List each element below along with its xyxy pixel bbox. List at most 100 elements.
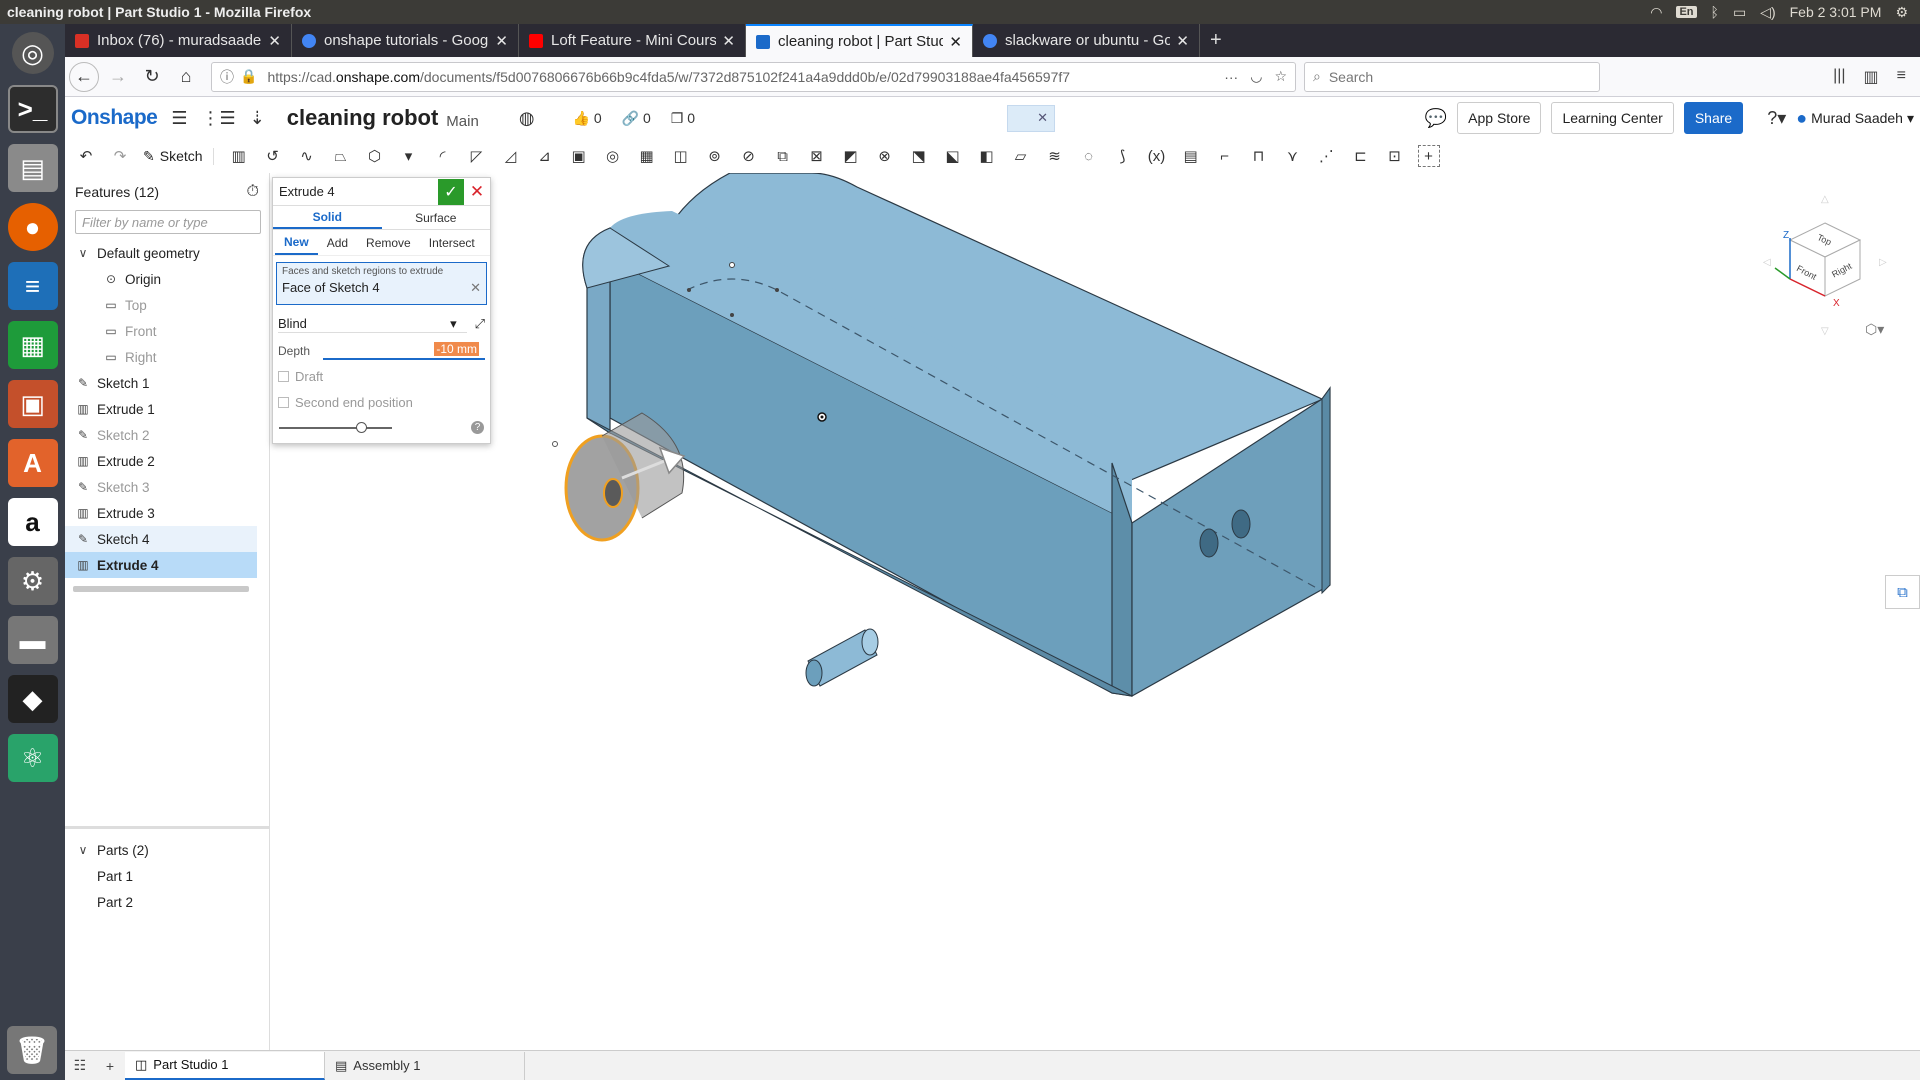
app-store-button[interactable]: App Store bbox=[1457, 102, 1542, 134]
clock[interactable]: Feb 2 3:01 PM bbox=[1790, 4, 1882, 20]
mate-connector-icon[interactable]: ≋ bbox=[1044, 145, 1066, 167]
accept-check-button[interactable]: ✓ bbox=[438, 178, 464, 205]
form-icon[interactable]: ⊏ bbox=[1350, 145, 1372, 167]
tree-item-default-geometry[interactable]: ∨ Default geometry bbox=[65, 240, 269, 266]
solid-tab[interactable]: Solid bbox=[273, 206, 382, 229]
rotate-right-icon[interactable]: ▷ bbox=[1879, 257, 1887, 268]
tree-item-origin[interactable]: ⊙ Origin bbox=[65, 266, 269, 292]
system-settings-icon[interactable]: ⚙ bbox=[7, 557, 58, 605]
tree-item-front[interactable]: ▭ Front bbox=[65, 318, 269, 344]
helix-icon[interactable]: ◌ bbox=[1078, 145, 1100, 167]
part-item[interactable]: Part 1 bbox=[65, 863, 270, 889]
bookmark-star-icon[interactable]: ☆ bbox=[1274, 68, 1287, 85]
terminal-icon[interactable]: >_ bbox=[7, 85, 58, 133]
page-actions-icon[interactable]: ··· bbox=[1224, 69, 1238, 85]
extrude-icon[interactable]: ▥ bbox=[228, 145, 250, 167]
volume-icon[interactable]: ◁) bbox=[1760, 4, 1775, 21]
close-icon[interactable]: ✕ bbox=[1037, 110, 1048, 126]
element-list-icon[interactable]: ☷ bbox=[65, 1057, 95, 1074]
boolean-icon[interactable]: ⊚ bbox=[704, 145, 726, 167]
plane-icon[interactable]: ▱ bbox=[1010, 145, 1032, 167]
variable-icon[interactable]: (x) bbox=[1146, 145, 1168, 167]
menu-icon[interactable]: ≡ bbox=[1897, 67, 1906, 87]
add-element-button[interactable]: + bbox=[95, 1058, 125, 1074]
draft-icon[interactable]: ◿ bbox=[500, 145, 522, 167]
rotate-up-icon[interactable]: △ bbox=[1821, 194, 1829, 205]
browser-tab-google-search[interactable]: onshape tutorials - Google ✕ bbox=[292, 24, 519, 57]
battery-icon[interactable]: ▭ bbox=[1733, 4, 1746, 21]
comments-icon[interactable]: 💬 bbox=[1425, 108, 1447, 129]
calc-icon[interactable]: ▦ bbox=[7, 321, 58, 369]
more-icon[interactable]: ▾ bbox=[398, 145, 420, 167]
sidebar-icon[interactable]: ▥ bbox=[1864, 67, 1879, 87]
transform-icon[interactable]: ⧉ bbox=[772, 145, 794, 167]
trash-icon[interactable]: 🗑 bbox=[7, 1026, 57, 1074]
insert-icon[interactable]: ⇣ bbox=[250, 108, 265, 129]
search-input[interactable]: ⌕ Search bbox=[1304, 61, 1600, 92]
files-icon[interactable]: ▤ bbox=[7, 144, 58, 192]
curve-icon[interactable]: ⟆ bbox=[1112, 145, 1134, 167]
surface-tab[interactable]: Surface bbox=[382, 206, 491, 229]
graphics-viewport[interactable] bbox=[272, 173, 1920, 1050]
tree-item-extrude-2[interactable]: ▥ Extrude 2 bbox=[65, 448, 269, 474]
workspace-name[interactable]: Main bbox=[446, 113, 479, 130]
bluetooth-icon[interactable]: ᛒ bbox=[1711, 4, 1719, 20]
rollback-timer-icon[interactable]: ⏱ bbox=[247, 183, 259, 201]
end-type-select[interactable]: Blind ▾ bbox=[278, 316, 467, 333]
document-title[interactable]: cleaning robot bbox=[287, 105, 439, 131]
rib-icon[interactable]: ⊿ bbox=[534, 145, 556, 167]
forward-button[interactable]: → bbox=[103, 62, 133, 92]
tab-assembly-1[interactable]: ▤ Assembly 1 bbox=[325, 1051, 525, 1080]
fillet-icon[interactable]: ◜ bbox=[432, 145, 454, 167]
thicken-icon[interactable]: ⬡ bbox=[364, 145, 386, 167]
close-tab-icon[interactable]: ✕ bbox=[495, 32, 508, 50]
split-icon[interactable]: ⊘ bbox=[738, 145, 760, 167]
clear-selection-icon[interactable]: ✕ bbox=[470, 280, 481, 296]
settings-gear-icon[interactable]: ⚙ bbox=[1895, 4, 1908, 21]
library-icon[interactable]: ||| bbox=[1833, 67, 1845, 87]
url-bar[interactable]: ⓘ 🔒 https://cad.onshape.com/documents/f5… bbox=[211, 61, 1296, 92]
user-menu[interactable]: ● Murad Saadeh ▾ bbox=[1796, 108, 1914, 129]
document-menu-icon[interactable]: ☰ bbox=[171, 108, 187, 129]
share-button[interactable]: Share bbox=[1683, 102, 1744, 134]
help-icon[interactable]: ?▾ bbox=[1767, 108, 1786, 129]
tree-item-sketch-1[interactable]: ✎ Sketch 1 bbox=[65, 370, 269, 396]
pattern-icon[interactable]: ▦ bbox=[636, 145, 658, 167]
draft-checkbox[interactable]: Draft bbox=[273, 363, 490, 389]
browser-tab-gmail[interactable]: Inbox (76) - muradsaadeh ✕ bbox=[65, 24, 292, 57]
info-icon[interactable]: ⓘ bbox=[220, 67, 234, 87]
op-remove[interactable]: Remove bbox=[357, 230, 420, 255]
slider-knob[interactable] bbox=[356, 422, 367, 433]
close-tab-icon[interactable]: ✕ bbox=[1176, 32, 1189, 50]
feature-filter-input[interactable]: Filter by name or type bbox=[75, 210, 261, 234]
impress-icon[interactable]: ▣ bbox=[7, 380, 58, 428]
chamfer-icon[interactable]: ◸ bbox=[466, 145, 488, 167]
rotate-left-icon[interactable]: ◁ bbox=[1763, 257, 1771, 268]
depth-input[interactable]: -10 mm bbox=[323, 342, 485, 360]
tree-item-sketch-2[interactable]: ✎ Sketch 2 bbox=[65, 422, 269, 448]
pocket-icon[interactable]: ◡ bbox=[1250, 68, 1262, 85]
close-tab-icon[interactable]: ✕ bbox=[722, 32, 735, 50]
op-new[interactable]: New bbox=[275, 230, 318, 255]
public-globe-icon[interactable]: ◍ bbox=[519, 108, 535, 129]
sweep-icon[interactable]: ∿ bbox=[296, 145, 318, 167]
help-icon[interactable]: ? bbox=[471, 421, 484, 434]
home-button[interactable]: ⌂ bbox=[171, 62, 201, 92]
disk-icon[interactable]: ▬ bbox=[7, 616, 58, 664]
onshape-logo[interactable]: Onshape bbox=[65, 106, 158, 130]
rotate-down-icon[interactable]: ▽ bbox=[1821, 326, 1829, 337]
bend-icon[interactable]: ⋎ bbox=[1282, 145, 1304, 167]
notification-bar[interactable]: ✕ bbox=[1007, 104, 1056, 132]
finish-icon[interactable]: ⊡ bbox=[1384, 145, 1406, 167]
tree-item-extrude-3[interactable]: ▥ Extrude 3 bbox=[65, 500, 269, 526]
close-tab-icon[interactable]: ✕ bbox=[949, 33, 962, 51]
redo-icon[interactable]: ↷ bbox=[109, 145, 131, 167]
likes-count[interactable]: 👍 0 bbox=[573, 110, 602, 127]
browser-tab-onshape[interactable]: cleaning robot | Part Studio ✕ bbox=[746, 24, 973, 57]
close-tab-icon[interactable]: ✕ bbox=[268, 32, 281, 50]
flip-direction-icon[interactable]: ⤢ bbox=[475, 316, 485, 332]
software-center-icon[interactable]: A bbox=[7, 439, 58, 487]
hole-icon[interactable]: ◎ bbox=[602, 145, 624, 167]
horizontal-scrollbar[interactable] bbox=[73, 586, 249, 592]
selection-field[interactable]: Faces and sketch regions to extrude Face… bbox=[276, 262, 487, 305]
